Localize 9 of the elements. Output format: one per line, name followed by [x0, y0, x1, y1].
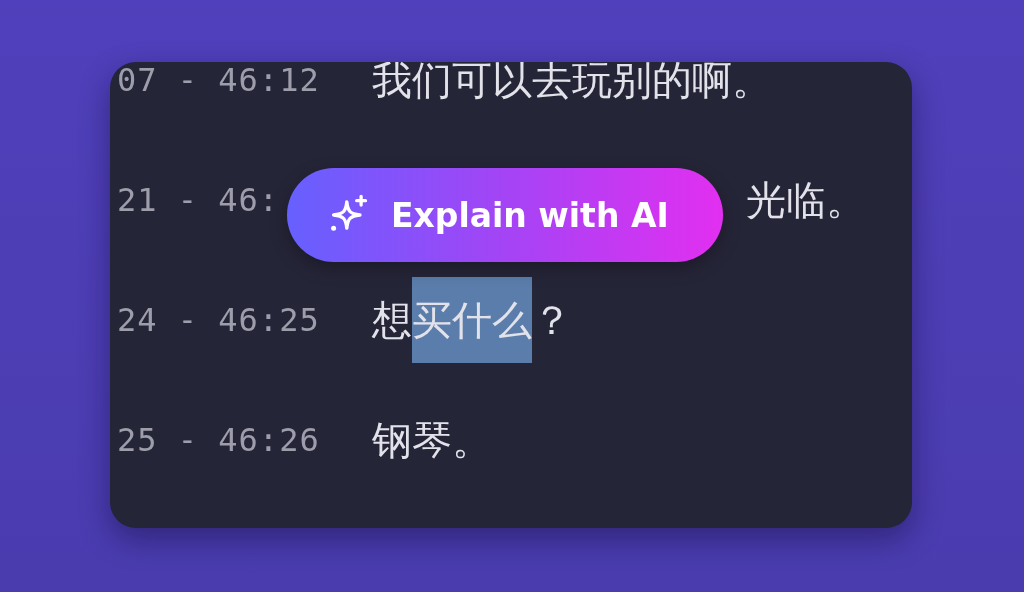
subtitle-text[interactable]: ？ [532, 277, 572, 363]
timestamp: 07 - 46:12 [116, 62, 321, 99]
explain-button[interactable]: Explain with AI [287, 168, 723, 262]
timestamp: 24 - 46:25 [116, 301, 321, 339]
timestamp: 21 - 46: [116, 181, 281, 219]
subtitle-text[interactable]: 想 [372, 277, 412, 363]
timestamp: 25 - 46:26 [116, 421, 321, 459]
subtitle-text[interactable]: 钢琴。 [372, 397, 492, 483]
subtitle-text[interactable]: 光临。 [746, 157, 866, 243]
